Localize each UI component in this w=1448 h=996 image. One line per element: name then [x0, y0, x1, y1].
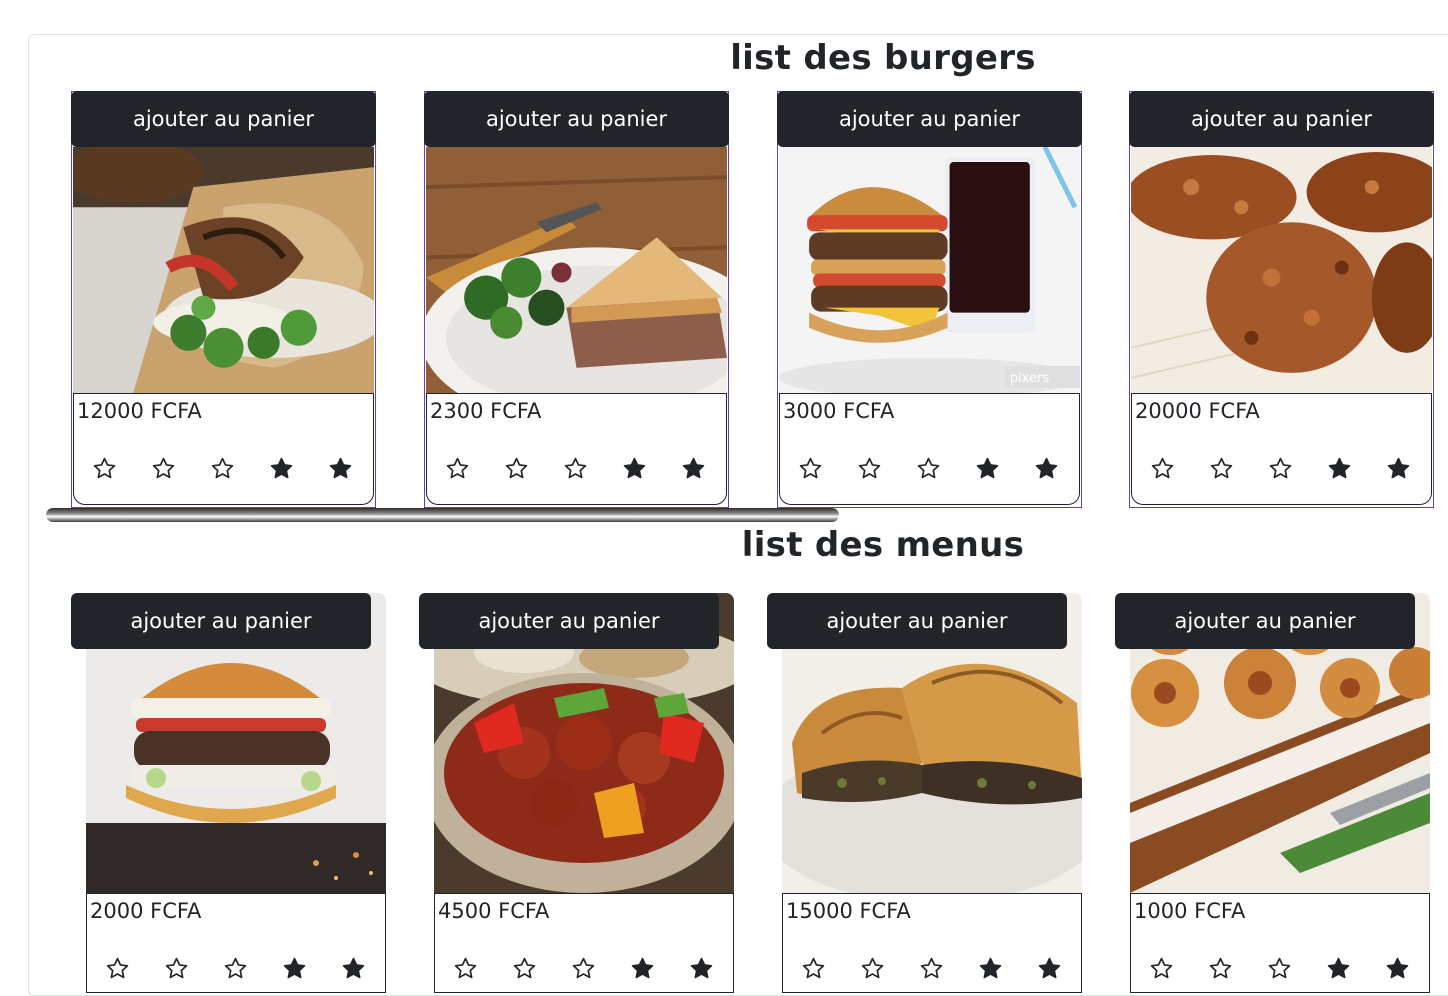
price-label: 2000 FCFA — [90, 899, 202, 923]
add-to-cart-button[interactable]: ajouter au panier — [1129, 91, 1434, 147]
rating-stars — [1150, 456, 1411, 481]
empty-star-icon[interactable] — [801, 956, 826, 981]
empty-star-icon[interactable] — [453, 956, 478, 981]
add-to-cart-button[interactable]: ajouter au panier — [777, 91, 1082, 147]
filled-star-icon[interactable] — [328, 456, 353, 481]
filled-star-icon[interactable] — [341, 956, 366, 981]
section-title-menus: list des menus — [741, 525, 1025, 565]
filled-star-icon[interactable] — [1385, 956, 1410, 981]
empty-star-icon[interactable] — [1268, 456, 1293, 481]
empty-star-icon[interactable] — [512, 956, 537, 981]
product-image-burger-and-soda: pixers — [779, 147, 1080, 393]
filled-star-icon[interactable] — [1327, 456, 1352, 481]
rating-stars — [453, 956, 714, 981]
empty-star-icon[interactable] — [916, 456, 941, 481]
filled-star-icon[interactable] — [978, 956, 1003, 981]
empty-star-icon[interactable] — [223, 956, 248, 981]
empty-star-icon[interactable] — [860, 956, 885, 981]
add-to-cart-button[interactable]: ajouter au panier — [767, 593, 1067, 649]
filled-star-icon[interactable] — [269, 456, 294, 481]
product-info: 15000 FCFA — [782, 893, 1082, 993]
filled-star-icon[interactable] — [689, 956, 714, 981]
product-info: 4500 FCFA — [434, 893, 734, 993]
product-card: ajouter au panier pixers 3000 FCFA — [777, 91, 1082, 508]
filled-star-icon[interactable] — [1386, 456, 1411, 481]
rating-stars — [1149, 956, 1410, 981]
product-info: 3000 FCFA — [779, 393, 1080, 505]
product-image-fried-chicken — [1131, 147, 1432, 393]
filled-star-icon[interactable] — [622, 456, 647, 481]
empty-star-icon[interactable] — [164, 956, 189, 981]
empty-star-icon[interactable] — [919, 956, 944, 981]
rating-stars — [92, 456, 353, 481]
product-info: 12000 FCFA — [73, 393, 374, 505]
product-image-chicken-wrap — [73, 147, 374, 393]
filled-star-icon[interactable] — [975, 456, 1000, 481]
add-to-cart-button[interactable]: ajouter au panier — [424, 91, 729, 147]
product-card: ajouter au panier 1000 FCFA — [1115, 593, 1431, 993]
filled-star-icon[interactable] — [1326, 956, 1351, 981]
watermark-text: pixers — [1010, 371, 1050, 386]
empty-star-icon[interactable] — [1150, 456, 1175, 481]
horizontal-scrollbar[interactable] — [46, 508, 839, 522]
price-label: 1000 FCFA — [1134, 899, 1246, 923]
product-image-meat-pie-salad — [426, 147, 727, 393]
filled-star-icon[interactable] — [1034, 456, 1059, 481]
filled-star-icon[interactable] — [1037, 956, 1062, 981]
empty-star-icon[interactable] — [1209, 456, 1234, 481]
product-card: ajouter au panier 12000 FCFA — [71, 91, 376, 508]
empty-star-icon[interactable] — [105, 956, 130, 981]
rating-stars — [445, 456, 706, 481]
product-info: 2000 FCFA — [86, 893, 386, 993]
filled-star-icon[interactable] — [630, 956, 655, 981]
filled-star-icon[interactable] — [681, 456, 706, 481]
empty-star-icon[interactable] — [1267, 956, 1292, 981]
empty-star-icon[interactable] — [1149, 956, 1174, 981]
rating-stars — [798, 456, 1059, 481]
empty-star-icon[interactable] — [151, 456, 176, 481]
product-card: ajouter au panier 20000 FCFA — [1129, 91, 1434, 508]
price-label: 2300 FCFA — [430, 399, 542, 423]
price-label: 15000 FCFA — [786, 899, 911, 923]
add-to-cart-button[interactable]: ajouter au panier — [1115, 593, 1415, 649]
empty-star-icon[interactable] — [571, 956, 596, 981]
price-label: 20000 FCFA — [1135, 399, 1260, 423]
empty-star-icon[interactable] — [857, 456, 882, 481]
product-info: 2300 FCFA — [426, 393, 727, 505]
product-card: ajouter au panier 4500 FCFA — [419, 593, 735, 993]
price-label: 4500 FCFA — [438, 899, 550, 923]
add-to-cart-button[interactable]: ajouter au panier — [419, 593, 719, 649]
section-title-burgers: list des burgers — [730, 38, 1036, 78]
empty-star-icon[interactable] — [798, 456, 823, 481]
empty-star-icon[interactable] — [563, 456, 588, 481]
product-info: 1000 FCFA — [1130, 893, 1430, 993]
product-card: ajouter au panier 15000 FCFA — [767, 593, 1083, 993]
empty-star-icon[interactable] — [504, 456, 529, 481]
add-to-cart-button[interactable]: ajouter au panier — [71, 593, 371, 649]
empty-star-icon[interactable] — [210, 456, 235, 481]
product-card: ajouter au panier 2000 FCFA — [71, 593, 387, 993]
product-info: 20000 FCFA — [1131, 393, 1432, 505]
empty-star-icon[interactable] — [1208, 956, 1233, 981]
product-card: ajouter au panier 2300 FCFA — [424, 91, 729, 508]
rating-stars — [801, 956, 1062, 981]
price-label: 12000 FCFA — [77, 399, 202, 423]
add-to-cart-button[interactable]: ajouter au panier — [71, 91, 376, 147]
price-label: 3000 FCFA — [783, 399, 895, 423]
empty-star-icon[interactable] — [445, 456, 470, 481]
empty-star-icon[interactable] — [92, 456, 117, 481]
filled-star-icon[interactable] — [282, 956, 307, 981]
rating-stars — [105, 956, 366, 981]
